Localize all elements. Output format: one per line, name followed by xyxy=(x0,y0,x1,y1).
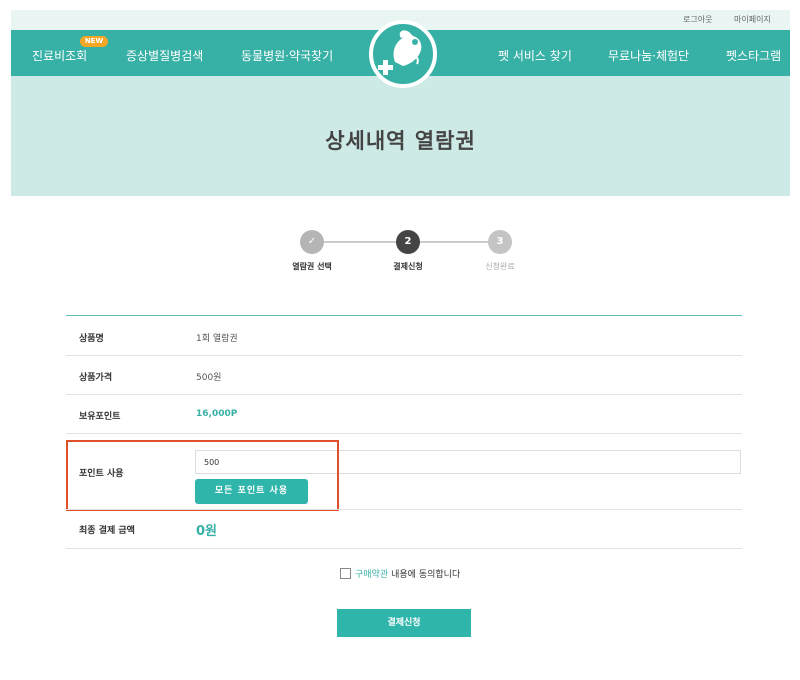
stepper-connector xyxy=(324,241,401,243)
row-divider xyxy=(66,355,742,356)
step-1-check-icon: ✓ xyxy=(300,230,324,254)
step-3-circle: 3 xyxy=(488,230,512,254)
agree-checkbox[interactable] xyxy=(340,568,351,579)
step-3-label: 신청완료 xyxy=(485,262,515,271)
new-badge: NEW xyxy=(80,36,108,47)
agree-text: 내용에 동의합니다 xyxy=(391,570,461,580)
owned-points-label: 보유포인트 xyxy=(79,412,121,422)
logout-link[interactable]: 로그아웃 xyxy=(683,14,712,25)
pet-logo-icon xyxy=(378,30,422,75)
page-title: 상세내역 열람권 xyxy=(325,129,476,153)
hero-banner: 상세내역 열람권 xyxy=(11,76,790,196)
step-2-circle: 2 xyxy=(396,230,420,254)
nav-item-symptom-search[interactable]: 증상별질병검색 xyxy=(126,47,203,64)
final-amount-label: 최종 결제 금액 xyxy=(79,526,135,536)
product-name-value: 1회 열람권 xyxy=(196,334,238,344)
form-top-border xyxy=(66,315,742,316)
row-divider xyxy=(66,548,742,549)
nav-item-free-share[interactable]: 무료나눔·체험단 xyxy=(608,47,689,64)
mypage-link[interactable]: 마이페이지 xyxy=(734,14,771,25)
highlight-annotation xyxy=(66,440,339,511)
terms-link[interactable]: 구매약관 xyxy=(355,570,388,580)
stepper-connector xyxy=(419,241,497,243)
owned-points-value: 16,000P xyxy=(196,409,238,419)
submit-payment-button[interactable]: 결제신청 xyxy=(337,609,471,637)
nav-item-petstagram[interactable]: 펫스타그램 xyxy=(726,47,781,64)
nav-item-pet-service[interactable]: 펫 서비스 찾기 xyxy=(498,47,572,64)
nav-item-treatment-cost[interactable]: 진료비조회 xyxy=(32,47,87,64)
row-divider xyxy=(66,509,742,510)
final-amount-value: 0원 xyxy=(196,524,218,539)
nav-item-hospital-finder[interactable]: 동물병원·약국찾기 xyxy=(241,47,333,64)
row-divider xyxy=(66,433,742,434)
terms-agreement: 구매약관 내용에 동의합니다 xyxy=(340,567,460,581)
step-1-label: 열람권 선택 xyxy=(292,262,332,271)
row-divider xyxy=(66,394,742,395)
site-logo[interactable] xyxy=(369,20,437,88)
product-price-label: 상품가격 xyxy=(79,373,113,383)
product-name-label: 상품명 xyxy=(79,334,104,344)
product-price-value: 500원 xyxy=(196,373,222,383)
step-2-label: 결제신청 xyxy=(393,262,423,271)
